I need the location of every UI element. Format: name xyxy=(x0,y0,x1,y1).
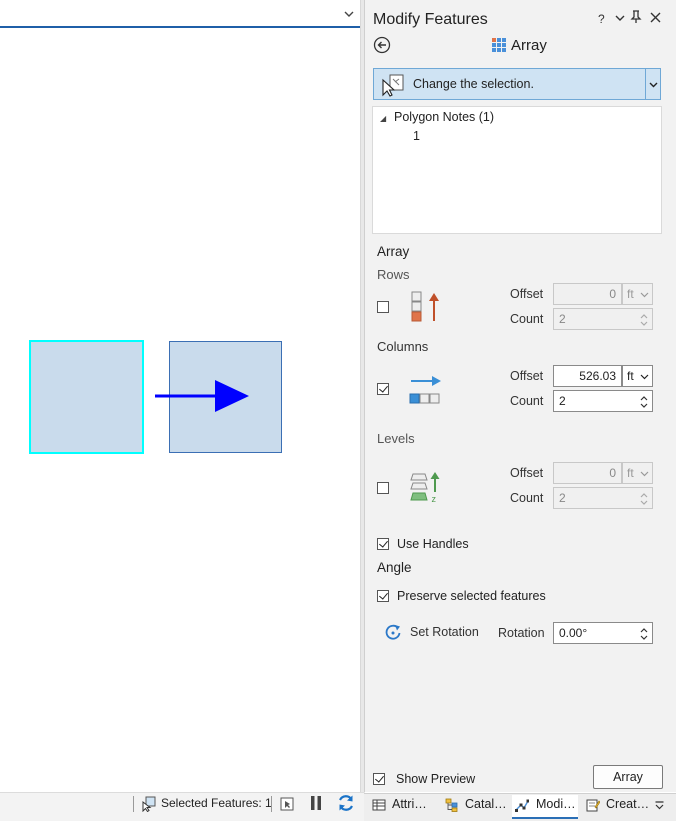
levels-array-icon: z xyxy=(410,472,440,504)
use-handles-label: Use Handles xyxy=(397,537,469,551)
show-preview-checkbox[interactable] xyxy=(373,773,385,785)
show-preview-label: Show Preview xyxy=(396,772,476,786)
rows-count-label: Count xyxy=(510,312,544,326)
back-arrow-icon[interactable] xyxy=(373,36,391,54)
set-rotation-label[interactable]: Set Rotation xyxy=(410,625,479,639)
spin-updown-icon[interactable] xyxy=(639,392,649,412)
status-separator xyxy=(133,796,134,812)
chevron-down-icon xyxy=(640,292,649,298)
rows-label: Rows xyxy=(377,267,410,282)
close-icon[interactable] xyxy=(649,11,662,24)
rotation-value: 0.00° xyxy=(559,626,588,640)
pause-drawing-icon[interactable] xyxy=(309,795,323,811)
tree-layer-node[interactable]: Polygon Notes (1) xyxy=(394,110,494,124)
modify-features-icon xyxy=(515,799,529,812)
tool-name: Array xyxy=(511,37,547,54)
selection-dropdown[interactable] xyxy=(645,69,661,99)
svg-text:z: z xyxy=(432,494,437,504)
selected-features-icon xyxy=(142,796,156,812)
map-view-active-indicator xyxy=(0,26,360,28)
rows-offset-unit-select[interactable]: ft xyxy=(622,283,653,305)
angle-section-heading: Angle xyxy=(377,560,412,575)
tab-overflow-icon[interactable] xyxy=(654,799,665,811)
spin-updown-icon[interactable] xyxy=(639,624,649,644)
rotation-label: Rotation xyxy=(498,626,545,640)
selection-tree xyxy=(372,106,662,234)
levels-count-stepper[interactable]: 2 xyxy=(553,487,653,509)
spin-updown-icon[interactable] xyxy=(639,310,649,330)
levels-offset-label: Offset xyxy=(510,466,544,480)
array-section-heading: Array xyxy=(377,244,410,259)
help-button[interactable]: ? xyxy=(598,12,605,26)
array-tool-icon xyxy=(492,38,506,52)
unit-label: ft xyxy=(627,369,634,383)
tab-label: Creat… xyxy=(606,797,650,811)
unit-label: ft xyxy=(627,287,634,301)
columns-count-label: Count xyxy=(510,394,544,408)
selection-tool-icon[interactable] xyxy=(279,796,295,812)
use-handles-checkbox[interactable] xyxy=(377,538,389,550)
preserve-selected-checkbox[interactable] xyxy=(377,590,389,602)
columns-offset-label: Offset xyxy=(510,369,544,383)
levels-count-label: Count xyxy=(510,491,544,505)
chevron-down-icon[interactable] xyxy=(614,12,626,24)
tab-create-features[interactable]: Creat… xyxy=(586,795,650,817)
preserve-selected-label: Preserve selected features xyxy=(397,589,546,603)
rotation-stepper[interactable]: 0.00° xyxy=(553,622,653,644)
tab-label: Attri… xyxy=(392,797,427,811)
change-selection-label: Change the selection. xyxy=(413,77,534,91)
pin-icon[interactable] xyxy=(630,10,642,24)
chevron-down-icon[interactable] xyxy=(343,8,355,20)
rows-checkbox[interactable] xyxy=(377,301,389,313)
chevron-down-icon xyxy=(640,471,649,477)
tab-modify-features[interactable]: Modi… xyxy=(512,795,578,819)
tab-catalog[interactable]: Catal… xyxy=(445,795,507,817)
levels-checkbox[interactable] xyxy=(377,482,389,494)
columns-offset-unit-select[interactable]: ft xyxy=(622,365,653,387)
tab-label: Catal… xyxy=(465,797,507,811)
tab-attributes[interactable]: Attri… xyxy=(372,795,438,817)
attribute-table-icon xyxy=(372,799,386,811)
columns-count-value: 2 xyxy=(559,394,566,408)
selected-polygon-feature[interactable] xyxy=(29,340,144,454)
spin-updown-icon[interactable] xyxy=(639,489,649,509)
chevron-down-icon xyxy=(649,82,658,88)
rows-count-value: 2 xyxy=(559,312,566,326)
array-apply-button[interactable]: Array xyxy=(593,765,663,789)
rows-count-stepper[interactable]: 2 xyxy=(553,308,653,330)
unit-label: ft xyxy=(627,466,634,480)
expand-triangle-icon[interactable]: ◢ xyxy=(380,114,386,123)
levels-offset-unit-select[interactable]: ft xyxy=(622,462,653,484)
create-features-icon xyxy=(586,799,600,812)
levels-offset-input[interactable]: 0 xyxy=(553,462,622,484)
columns-label: Columns xyxy=(377,339,429,354)
columns-count-stepper[interactable]: 2 xyxy=(553,390,653,412)
levels-count-value: 2 xyxy=(559,491,566,505)
columns-checkbox[interactable] xyxy=(377,383,389,395)
status-separator xyxy=(271,796,272,812)
array-direction-arrow-icon xyxy=(155,380,249,412)
selected-features-count: Selected Features: 1 xyxy=(161,796,272,810)
tab-label: Modi… xyxy=(536,797,576,811)
refresh-icon[interactable] xyxy=(336,793,356,813)
levels-label: Levels xyxy=(377,431,415,446)
set-rotation-icon[interactable] xyxy=(384,623,402,641)
columns-array-icon xyxy=(409,376,441,404)
chevron-down-icon xyxy=(640,374,649,380)
rows-offset-label: Offset xyxy=(510,287,544,301)
change-selection-icon xyxy=(382,74,404,97)
rows-array-icon xyxy=(411,291,439,322)
catalog-icon xyxy=(445,798,458,812)
columns-offset-input[interactable]: 526.03 xyxy=(553,365,622,387)
pane-title: Modify Features xyxy=(373,11,488,28)
tree-feature-item[interactable]: 1 xyxy=(413,129,420,143)
rows-offset-input[interactable]: 0 xyxy=(553,283,622,305)
